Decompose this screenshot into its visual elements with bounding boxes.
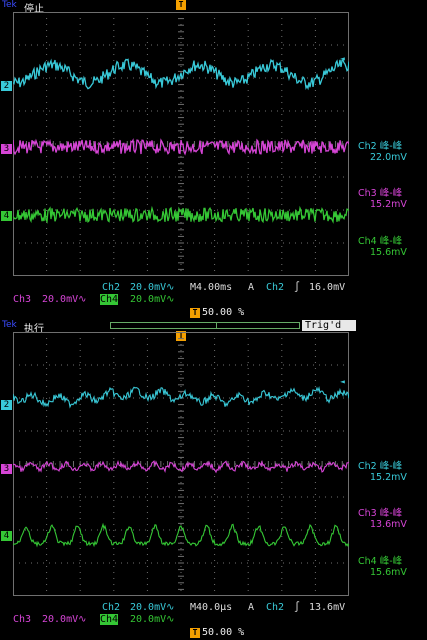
trigger-position-icon: T: [176, 0, 186, 10]
trigger-level: 13.6mV: [309, 602, 346, 613]
waveform-graticule: [13, 12, 349, 276]
measurement-value: 15.6mV: [370, 247, 407, 258]
trigger-slope-icon: ∫: [294, 282, 301, 293]
measurement-label: Ch3 峰-峰: [358, 508, 403, 519]
ch4-ground-marker: 4: [1, 531, 12, 541]
measurement-value: 22.0mV: [370, 152, 407, 163]
scope-panel-bottom: Tek 执行 T Trig'd 2 3 4 ◄ Ch2 峰-峰 15.2mV C…: [0, 320, 427, 640]
trigger-position-value: 50.00 %: [202, 307, 245, 318]
top-status-bar: Tek 执行 T Trig'd: [0, 320, 427, 341]
ch2-label: Ch2: [102, 282, 121, 293]
ch3-ground-marker: 3: [1, 144, 12, 154]
trigger-position-value: 50.00 %: [202, 627, 245, 638]
trigger-slope-icon: ∫: [294, 602, 301, 613]
status-row-channel2: Ch2 20.0mV∿ M4.00ms A Ch2 ∫ 16.0mV: [0, 282, 427, 294]
record-position-bar: [110, 322, 300, 329]
status-row-channels34: Ch3 20.0mV∿ Ch4 20.0mV∿: [0, 614, 427, 626]
measurement-label: Ch4 峰-峰: [358, 236, 403, 247]
measurement-label: Ch2 峰-峰: [358, 141, 403, 152]
trigger-position-icon: T: [190, 308, 200, 318]
ch2-waveform: [13, 386, 349, 409]
ch4-waveform: [13, 205, 349, 224]
measurement-label: Ch2 峰-峰: [358, 461, 403, 472]
ch3-scale: 20.0mV∿: [42, 294, 87, 305]
ch3-scale: 20.0mV∿: [42, 614, 87, 625]
ch4-label: Ch4: [100, 614, 119, 625]
timebase: M40.0µs: [190, 602, 233, 613]
measurement-ch4: Ch4 峰-峰 15.6mV: [358, 556, 407, 578]
trigger-level-icon: ◄: [340, 377, 345, 386]
measurement-ch3: Ch3 峰-峰 15.2mV: [358, 188, 407, 210]
trigger-source-label: A: [248, 602, 255, 613]
ch3-label: Ch3: [13, 614, 32, 625]
ch4-scale: 20.0mV∿: [130, 614, 175, 625]
status-row-channels34: Ch3 20.0mV∿ Ch4 20.0mV∿: [0, 294, 427, 306]
measurement-ch2: Ch2 峰-峰 22.0mV: [358, 141, 407, 163]
ch2-ground-marker: 2: [1, 81, 12, 91]
ch3-waveform: [13, 138, 349, 156]
trigger-channel: Ch2: [266, 282, 285, 293]
trigger-position-readout: T 50.00 %: [190, 627, 244, 639]
measurement-value: 15.6mV: [370, 567, 407, 578]
trigger-channel: Ch2: [266, 602, 285, 613]
timebase: M4.00ms: [190, 282, 233, 293]
measurement-value: 15.2mV: [370, 199, 407, 210]
scope-panel-top: Tek 停止 T 2 3 4 ◄ Ch2 峰-峰 22.0mV Ch3 峰-峰 …: [0, 0, 427, 320]
ch2-ground-marker: 2: [1, 400, 12, 410]
ch4-scale: 20.0mV∿: [130, 294, 175, 305]
brand-logo: Tek: [2, 0, 17, 10]
measurement-value: 13.6mV: [370, 519, 407, 530]
ch2-scale: 20.0mV∿: [130, 602, 175, 613]
measurement-value: 15.2mV: [370, 472, 407, 483]
ch2-scale: 20.0mV∿: [130, 282, 175, 293]
ch4-ground-marker: 4: [1, 211, 12, 221]
trigger-level: 16.0mV: [309, 282, 346, 293]
ch2-label: Ch2: [102, 602, 121, 613]
trigger-position-readout: T 50.00 %: [190, 307, 244, 319]
measurement-ch3: Ch3 峰-峰 13.6mV: [358, 508, 407, 530]
trigger-position-icon: T: [190, 628, 200, 638]
top-status-bar: Tek 停止 T: [0, 0, 427, 15]
measurement-ch4: Ch4 峰-峰 15.6mV: [358, 236, 407, 258]
status-row-channel2: Ch2 20.0mV∿ M40.0µs A Ch2 ∫ 13.6mV: [0, 602, 427, 614]
ch3-ground-marker: 3: [1, 464, 12, 474]
ch4-label: Ch4: [100, 294, 119, 305]
trigger-level-icon: ◄: [340, 54, 345, 63]
ch3-label: Ch3: [13, 294, 32, 305]
trigger-state: Trig'd: [302, 320, 356, 331]
waveform-graticule: [13, 332, 349, 596]
brand-logo: Tek: [2, 320, 17, 330]
measurement-label: Ch3 峰-峰: [358, 188, 403, 199]
measurement-label: Ch4 峰-峰: [358, 556, 403, 567]
measurement-ch2: Ch2 峰-峰 15.2mV: [358, 461, 407, 483]
trigger-source-label: A: [248, 282, 255, 293]
